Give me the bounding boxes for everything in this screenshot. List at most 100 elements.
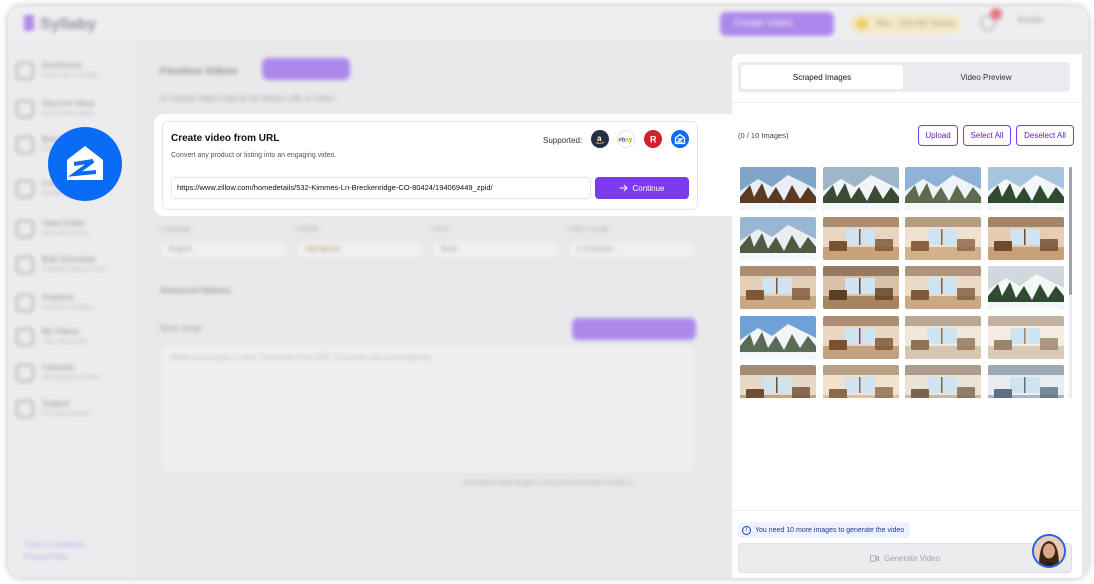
sidebar-item-editor[interactable]: Video Editor Edit videos easily [16,216,126,244]
sidebar-item-label: Analytics [42,293,75,302]
privacy-link[interactable]: Privacy Policy [24,554,68,561]
bulb-icon [16,136,34,154]
url-input[interactable]: https://www.zillow.com/homedetails/532-K… [171,177,591,199]
tab-scraped-images[interactable]: Scraped Images [741,65,903,89]
generate-script-button[interactable] [572,318,696,340]
user-name[interactable]: Kevin [1018,15,1043,26]
svg-text:ebay: ebay [619,138,633,144]
subtitle-select[interactable]: Highlighted [296,240,424,260]
dashboard-icon [16,62,34,80]
image-thumbnail-bathroom-vanity[interactable] [905,315,981,359]
image-thumbnail-bathroom-mirror[interactable] [987,315,1064,359]
amazon-icon: a [591,130,609,148]
sidebar-item-sub: Edit videos easily [42,231,89,237]
image-thumbnail-kitchen-wood-cabinets[interactable] [822,216,899,260]
image-thumbnail-great-room-loft[interactable] [905,266,981,309]
voice-label: Voice [432,226,450,233]
script-label: Write Script [160,324,202,333]
ebay-icon: ebay [617,130,635,148]
image-thumbnail-mountain-ski-slopes[interactable] [740,216,816,260]
generate-video-button[interactable]: Generate Video [738,543,1072,573]
sidebar-item-sub: Get quick answers [42,411,92,417]
upload-button[interactable]: Upload [918,125,958,146]
chart-icon [16,294,34,312]
select-all-button[interactable]: Select All [963,125,1011,146]
image-thumbnail-living-room-windows[interactable] [740,266,816,309]
image-grid [740,167,1066,398]
url-card: Create video from URL Convert any produc… [154,114,732,216]
image-thumbnail-mountain-peak-view[interactable] [740,315,816,359]
zillow-logo-icon [674,133,686,145]
voice-select[interactable]: Brian [432,240,560,260]
calendar-icon [16,364,34,382]
sidebar-item-label: My Videos [42,327,80,336]
sidebar-item-label: Calendar [42,363,75,372]
help-icon [16,400,34,418]
sidebar-item-sub: Quick start & Insights [42,73,99,79]
url-card-title: Create video from URL [171,133,280,144]
logo-text: Syllaby [40,16,97,33]
image-thumbnail-staircase[interactable] [822,365,899,398]
sidebar-item-sub: Schedule videos in bulk [42,267,106,273]
image-count: (0 / 10 Images) [738,131,789,140]
image-thumbnail-mountain-valley-view[interactable] [905,167,981,210]
app-window: Syllaby Create Video Max · 100 000 Token… [8,6,1088,578]
ebay-logo-icon: ebay [619,138,633,144]
language-label: Language [160,226,192,233]
sidebar-item-label: Bulk Scheduler [42,255,96,264]
sidebar-item-calendar[interactable]: Calendar View planned content [16,360,126,388]
image-thumbnail-forest-snow-view[interactable] [987,266,1064,309]
info-icon: i [742,525,751,535]
sidebar-item-sub: View planned content [42,375,100,381]
continue-button[interactable]: Continue [595,177,689,199]
image-thumbnail-snowy-pine-forest[interactable] [987,167,1064,210]
app-logo: Syllaby [24,15,96,34]
tutorial-button[interactable] [262,58,350,80]
url-card-inner: Create video from URL Convert any produc… [162,121,698,210]
image-thumbnail-kitchen-island[interactable] [905,216,981,260]
svg-text:a: a [597,134,602,143]
image-thumbnail-dining-room[interactable] [987,216,1064,260]
sidebar-item-sub: Find trending topics [42,111,95,117]
logo-mark-icon [24,15,34,31]
image-thumbnail-cabin-exterior-winter[interactable] [740,167,816,210]
sidebar-item-my-videos[interactable]: My Videos View videos here [16,324,126,352]
sidebar: Dashboard Quick start & Insights Discover… [8,42,140,578]
sidebar-item-label: Support [42,399,71,408]
deselect-all-button[interactable]: Deselect All [1016,125,1074,146]
image-thumbnail-living-room-fireplace[interactable] [822,266,899,309]
sidebar-item-scheduler[interactable]: Bulk Scheduler Schedule videos in bulk [16,252,126,280]
realtor-logo-icon: R [650,135,657,145]
image-thumbnail-hallway-doors[interactable] [822,315,899,359]
scrollbar[interactable] [1069,167,1072,295]
sidebar-item-label: Dashboard [42,61,82,70]
support-avatar[interactable] [1032,534,1066,568]
sidebar-item-analytics[interactable]: Analytics View your analytics [16,290,126,318]
zillow-logo-icon [67,146,103,180]
zillow-icon [671,130,689,148]
sidebar-item-sub: View videos here [42,339,88,345]
terms-link[interactable]: Terms & Conditions [24,542,85,549]
sidebar-item-dashboard[interactable]: Dashboard Quick start & Insights [16,58,126,86]
script-textarea[interactable]: Write your script or click "Generate fro… [160,344,696,474]
film-icon [16,328,34,346]
language-select[interactable]: English [160,240,288,260]
notification-dot [990,8,1002,20]
image-thumbnail-snowy-cabin-trees[interactable] [822,167,899,210]
sidebar-item-support[interactable]: Support Get quick answers [16,396,126,424]
supported-label: Supported: [543,136,583,145]
video-type-tabs[interactable]: AI Visuals Video Clips B-roll Videos URL… [160,94,335,103]
image-thumbnail-bedroom-window[interactable] [905,365,981,398]
tab-video-preview[interactable]: Video Preview [905,65,1067,89]
image-thumbnail-bedroom-blue[interactable] [987,365,1064,398]
clock-icon [16,256,34,274]
credits-badge[interactable]: Max · 100 000 Tokens [850,14,962,34]
length-select[interactable]: 1-2 Minutes [568,240,696,260]
notice-text: You need 10 more images to generate the … [755,526,905,534]
create-video-button[interactable]: Create Video [720,12,834,36]
realtor-icon: R [644,130,662,148]
image-thumbnail-bedroom-lamp[interactable] [740,365,816,398]
sidebar-item-discover[interactable]: Discover Ideas Find trending topics [16,96,126,124]
sidebar-item-sub: View your analytics [42,305,94,311]
advanced-options-toggle[interactable]: Advanced Options [160,286,231,295]
